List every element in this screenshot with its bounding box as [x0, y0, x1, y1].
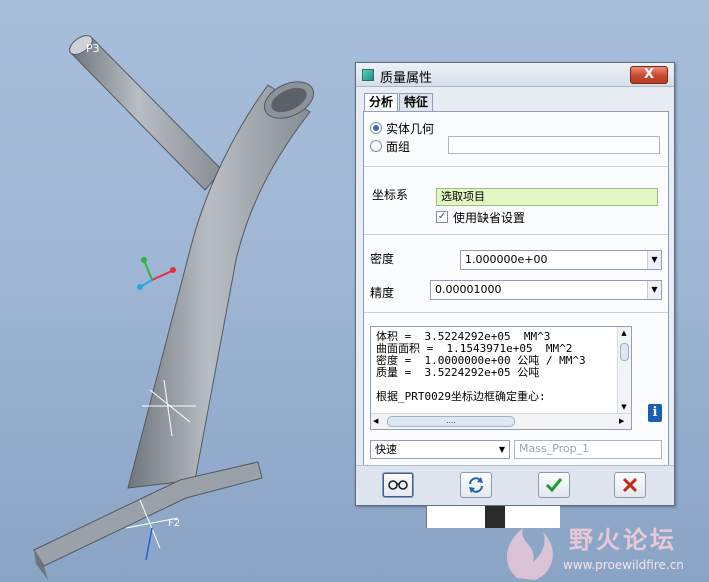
tab-analysis[interactable]: 分析	[364, 93, 399, 112]
hscroll-thumb[interactable]: ....	[387, 416, 515, 427]
ok-button[interactable]	[538, 472, 570, 498]
density-label: 密度	[370, 252, 395, 266]
glasses-icon	[388, 480, 408, 490]
scroll-left-icon[interactable]: ◀	[373, 417, 381, 425]
mode-value: 快速	[375, 443, 397, 456]
tab-feature[interactable]: 特征	[399, 93, 434, 111]
results-text: 体积 = 3.5224292e+05 MM^3 曲面面积 = 1.1543971…	[376, 330, 586, 403]
radio-solid-label: 实体几何	[386, 121, 435, 136]
density-value: 1.000000e+00	[465, 253, 548, 266]
chevron-down-icon[interactable]: ▼	[647, 251, 661, 269]
accuracy-value: 0.00001000	[435, 283, 502, 296]
main-tube	[127, 84, 311, 489]
dialog-button-row	[356, 465, 674, 505]
use-default-label: 使用缺省设置	[453, 211, 526, 225]
coordinate-system-label: 坐标系	[372, 188, 409, 202]
recalculate-button[interactable]	[460, 472, 492, 498]
scroll-up-icon[interactable]: ▲	[619, 329, 629, 337]
logo-url: www.proewildfire.cn	[563, 558, 684, 572]
accuracy-combobox[interactable]: 0.00001000 ▼	[430, 280, 662, 300]
mass-properties-dialog: 质量属性 X 分析 特征 实体几何 面组 坐标系 选取项目 ✓ 使用缺省设置 密…	[355, 62, 675, 506]
info-icon[interactable]: i	[648, 404, 662, 422]
radio-quilt-indicator[interactable]	[370, 140, 382, 152]
accuracy-label: 精度	[370, 286, 395, 300]
scroll-thumb[interactable]	[620, 343, 629, 361]
feature-name-field[interactable]: Mass_Prop_1	[514, 440, 662, 459]
branch-tube	[69, 37, 223, 191]
dialog-titlebar[interactable]: 质量属性 X	[356, 63, 674, 87]
checkmark-icon	[545, 478, 563, 493]
scroll-right-icon[interactable]: ▶	[619, 417, 627, 425]
refresh-icon	[469, 477, 483, 493]
cancel-button[interactable]	[614, 472, 646, 498]
horizontal-scrollbar[interactable]: ◀ .... ▶	[371, 413, 631, 429]
radio-solid-indicator[interactable]	[370, 122, 382, 134]
chevron-down-icon[interactable]: ▼	[647, 281, 661, 299]
radio-solid-geometry[interactable]: 实体几何	[370, 120, 434, 136]
flame-logo-icon	[506, 528, 553, 580]
cancel-x-icon	[622, 477, 638, 493]
vertical-scrollbar[interactable]: ▲ ▼	[617, 327, 631, 413]
chevron-down-icon[interactable]: ▼	[495, 441, 509, 458]
dialog-app-icon	[362, 69, 374, 81]
logo-name: 野火论坛	[569, 526, 677, 554]
coordinate-system-select-field[interactable]: 选取项目	[436, 188, 658, 206]
radio-quilt-label: 面组	[386, 139, 411, 154]
point-label-p3: P3	[86, 42, 100, 55]
use-default-checkbox[interactable]: ✓	[436, 211, 448, 223]
dialog-title: 质量属性	[380, 71, 433, 86]
radio-quilt[interactable]: 面组	[370, 138, 410, 154]
quilt-selection-field[interactable]	[448, 136, 660, 154]
analysis-panel: 实体几何 面组 坐标系 选取项目 ✓ 使用缺省设置 密度 1.000000e+0…	[363, 111, 669, 497]
preview-glasses-button[interactable]	[382, 472, 414, 498]
scroll-down-icon[interactable]: ▼	[619, 403, 629, 411]
point-label-f2: F2	[168, 518, 180, 529]
density-combobox[interactable]: 1.000000e+00 ▼	[460, 250, 662, 270]
mode-combobox[interactable]: 快速 ▼	[370, 440, 510, 459]
forum-watermark-logo: 野火论坛 www.proewildfire.cn	[497, 518, 709, 582]
results-textbox[interactable]: 体积 = 3.5224292e+05 MM^3 曲面面积 = 1.1543971…	[370, 326, 632, 430]
close-button[interactable]: X	[630, 66, 668, 84]
dialog-tabs: 分析 特征	[364, 93, 434, 112]
